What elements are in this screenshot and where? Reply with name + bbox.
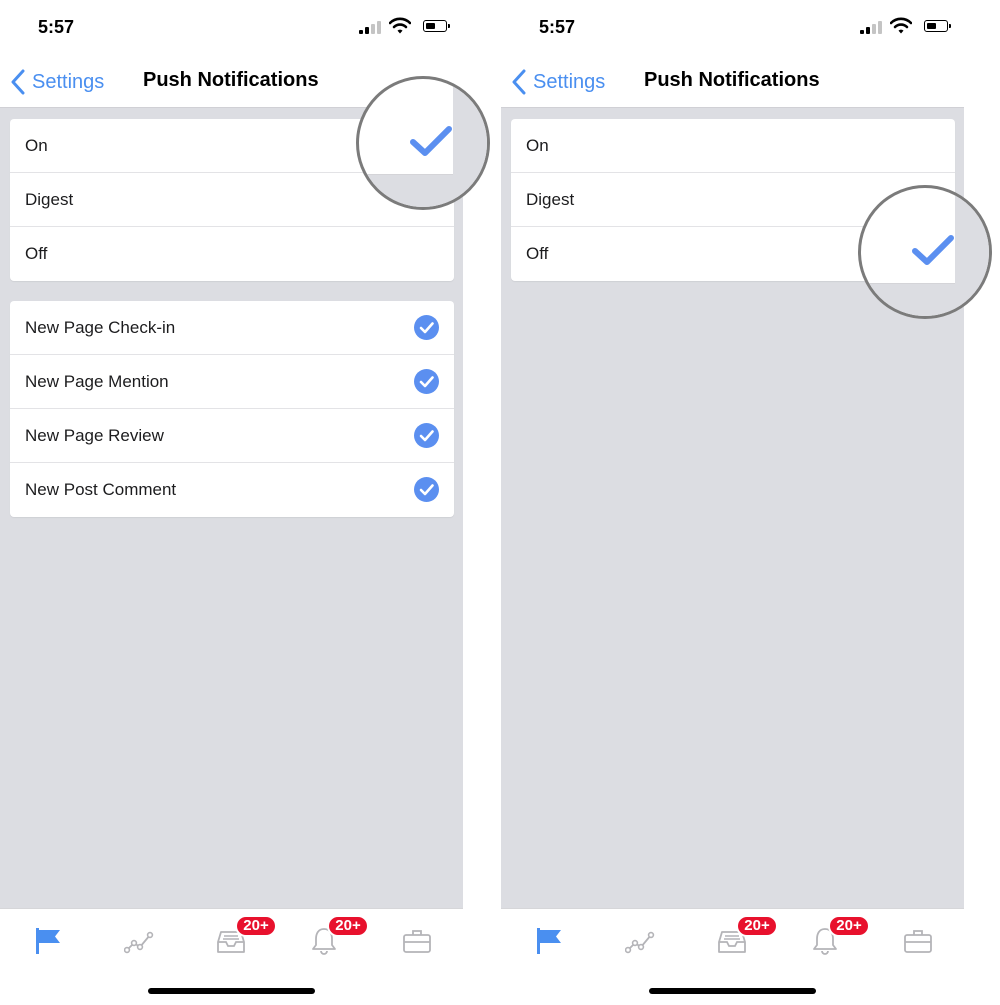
tab-pages[interactable]	[534, 926, 564, 956]
flag-icon	[537, 928, 561, 954]
category-label: New Page Check-in	[25, 317, 176, 337]
page-title: Push Notifications	[143, 69, 319, 91]
page-title: Push Notifications	[644, 69, 820, 91]
selected-checkmark-icon	[410, 126, 452, 156]
status-time: 5:57	[38, 17, 75, 37]
cellular-signal-icon	[359, 21, 381, 34]
chevron-left-icon	[11, 69, 25, 95]
option-label: Off	[25, 244, 48, 263]
category-row-page-review[interactable]: New Page Review	[10, 409, 454, 463]
checked-circle-icon[interactable]	[414, 477, 439, 502]
option-label: Digest	[526, 189, 575, 209]
inbox-badge: 20+	[235, 915, 277, 937]
back-button[interactable]: Settings	[511, 67, 605, 97]
checked-circle-icon[interactable]	[414, 315, 439, 340]
magnifier-callout-off	[858, 185, 992, 319]
option-row-off[interactable]: Off	[10, 227, 454, 281]
category-label: New Page Mention	[25, 371, 169, 391]
option-label: On	[25, 135, 48, 155]
wifi-icon	[889, 17, 913, 35]
insights-icon	[123, 931, 154, 954]
tab-tools[interactable]	[402, 926, 432, 956]
back-button-label: Settings	[533, 70, 606, 93]
option-label: Digest	[25, 189, 74, 209]
tab-tools[interactable]	[903, 926, 933, 956]
inbox-badge: 20+	[736, 915, 778, 937]
status-bar: 5:57	[0, 0, 463, 55]
magnifier-callout-on	[356, 76, 490, 210]
option-label: On	[526, 135, 549, 155]
briefcase-icon	[904, 930, 932, 953]
insights-icon	[624, 931, 655, 954]
flag-icon	[36, 928, 60, 954]
checked-circle-icon[interactable]	[414, 423, 439, 448]
phone-screen-right: 5:57 Settings Push Notifications On Dige…	[501, 0, 964, 1005]
notifications-badge: 20+	[327, 915, 369, 937]
notification-categories-group: New Page Check-in New Page Mention New P…	[10, 301, 454, 517]
checked-circle-icon[interactable]	[414, 369, 439, 394]
cellular-signal-icon	[860, 21, 882, 34]
category-label: New Post Comment	[25, 480, 177, 499]
back-button[interactable]: Settings	[10, 67, 104, 97]
chevron-left-icon	[512, 69, 526, 95]
tab-insights[interactable]	[624, 926, 655, 956]
briefcase-icon	[403, 930, 431, 953]
home-indicator	[649, 988, 816, 994]
option-label: Off	[526, 244, 549, 263]
battery-icon	[924, 20, 951, 32]
wifi-icon	[388, 17, 412, 35]
tab-pages[interactable]	[33, 926, 63, 956]
battery-icon	[423, 20, 450, 32]
home-indicator	[148, 988, 315, 994]
category-row-page-mention[interactable]: New Page Mention	[10, 355, 454, 409]
category-label: New Page Review	[25, 425, 164, 445]
category-row-post-comment[interactable]: New Post Comment	[10, 463, 454, 517]
notifications-badge: 20+	[828, 915, 870, 937]
back-button-label: Settings	[32, 70, 105, 93]
navigation-bar: Settings Push Notifications	[501, 55, 964, 108]
option-row-on[interactable]: On	[511, 119, 955, 173]
tab-insights[interactable]	[123, 926, 154, 956]
selected-checkmark-icon	[912, 235, 954, 265]
status-time: 5:57	[539, 17, 576, 37]
status-bar: 5:57	[501, 0, 964, 55]
category-row-page-check-in[interactable]: New Page Check-in	[10, 301, 454, 355]
